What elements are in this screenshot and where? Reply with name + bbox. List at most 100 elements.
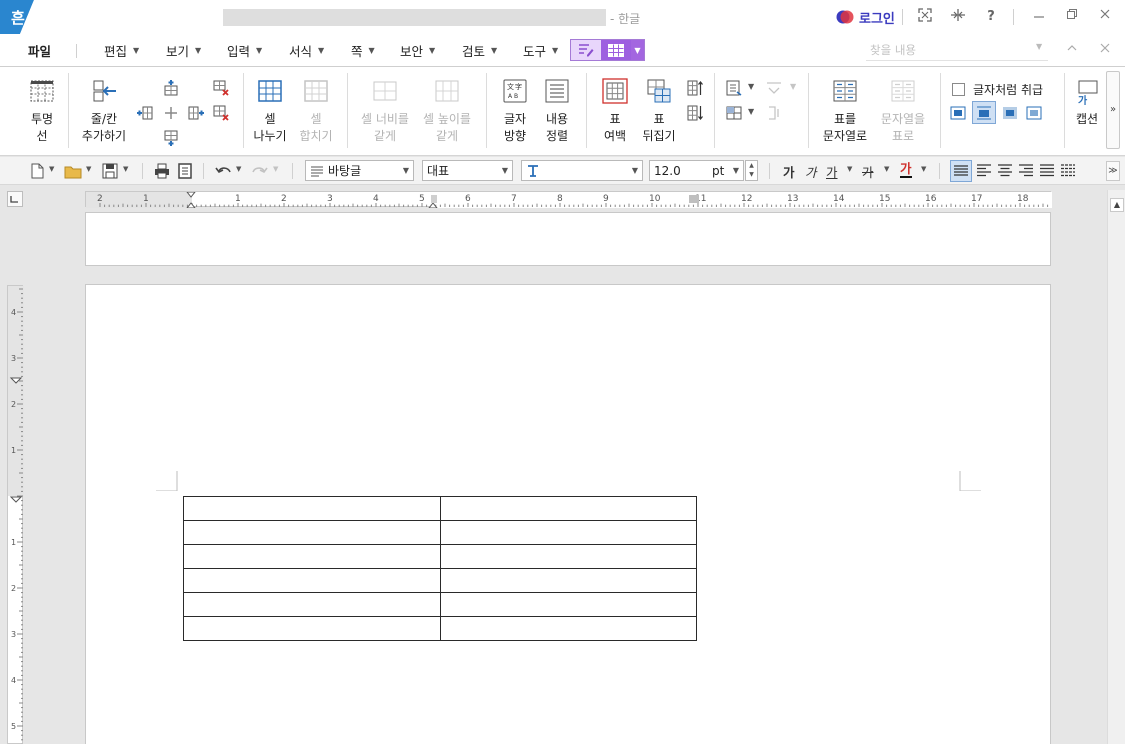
restore-icon[interactable] — [1063, 8, 1081, 26]
chevron-down-icon[interactable]: ▼ — [631, 40, 644, 60]
font-select[interactable]: ▼ — [521, 160, 643, 181]
underline-button[interactable]: 가 — [826, 162, 838, 181]
print-preview-icon[interactable] — [176, 162, 194, 180]
table-layout-tab-icon[interactable] — [601, 40, 631, 60]
app-logo-icon[interactable]: 흔 — [0, 0, 34, 34]
open-folder-icon[interactable] — [64, 162, 82, 180]
delete-row-icon[interactable] — [212, 79, 230, 97]
toolbar-more-button[interactable]: ≫ — [1106, 161, 1120, 181]
table-to-text-button[interactable]: 표를 문자열로 — [818, 77, 872, 145]
chevron-down-icon[interactable]: ▼ — [884, 165, 889, 173]
merge-cell-button[interactable]: 셀 합치기 — [296, 77, 336, 145]
menu-security[interactable]: 보안 ▼ — [400, 40, 435, 60]
strikethrough-button[interactable]: 가 — [862, 162, 874, 181]
add-row-col-button[interactable]: 줄/칸 추가하기 — [78, 77, 130, 145]
menu-view[interactable]: 보기 ▼ — [166, 40, 201, 60]
chevron-down-icon[interactable]: ▼ — [847, 165, 852, 173]
chevron-down-icon[interactable]: ▼ — [748, 82, 754, 91]
table-margin-button[interactable]: 표 여백 — [597, 77, 633, 145]
divide-icon[interactable] — [1059, 162, 1077, 180]
table-design-tab-icon[interactable] — [571, 40, 601, 60]
wrap-square-icon[interactable] — [949, 104, 967, 122]
bold-button[interactable]: 가 — [783, 162, 795, 181]
insert-row-above-icon[interactable] — [162, 79, 180, 97]
equal-height-button[interactable]: 셀 높이를 같게 — [418, 77, 476, 145]
login-button[interactable]: 로그인 — [836, 7, 895, 27]
chevron-down-icon[interactable]: ▼ — [1036, 42, 1042, 51]
save-icon[interactable] — [101, 162, 119, 180]
menu-insert[interactable]: 입력 ▼ — [227, 40, 262, 60]
content-align-button[interactable]: 내용 정렬 — [538, 77, 576, 145]
fullscreen-icon[interactable] — [916, 8, 934, 26]
wrap-front-icon[interactable] — [1025, 104, 1043, 122]
close-icon[interactable] — [1096, 8, 1114, 26]
caption-button[interactable]: 가 캡션 — [1072, 77, 1102, 128]
align-justify-button[interactable] — [950, 160, 972, 182]
chevron-down-icon[interactable]: ▼ — [921, 165, 926, 173]
close-doc-icon[interactable] — [1096, 42, 1114, 60]
insert-col-left-icon[interactable] — [136, 104, 154, 122]
font-color-button[interactable]: 가 — [900, 162, 912, 178]
insert-cell-icon[interactable] — [162, 104, 180, 122]
insert-row-below-icon[interactable] — [162, 129, 180, 147]
table-cell[interactable] — [183, 592, 441, 617]
align-right-icon[interactable] — [1017, 162, 1035, 180]
distribute-icon[interactable] — [1038, 162, 1056, 180]
font-size-select[interactable]: 12.0 pt ▼ — [649, 160, 744, 181]
find-input[interactable]: 찾을 내용 — [866, 40, 1048, 61]
table-cell[interactable] — [439, 520, 697, 545]
redo-icon[interactable] — [251, 162, 269, 180]
chevron-down-icon[interactable]: ▼ — [49, 165, 54, 173]
chevron-down-icon[interactable]: ▼ — [273, 165, 278, 173]
insert-col-right-icon[interactable] — [187, 104, 205, 122]
menu-edit[interactable]: 편집 ▼ — [104, 40, 139, 60]
table-cell[interactable] — [439, 496, 697, 521]
table-cell[interactable] — [439, 616, 697, 641]
menu-review[interactable]: 검토 ▼ — [462, 40, 497, 60]
wrap-tight-button[interactable] — [972, 101, 996, 124]
undo-icon[interactable] — [214, 162, 232, 180]
style-select[interactable]: 바탕글 ▼ — [305, 160, 414, 181]
italic-button[interactable]: 가 — [805, 162, 817, 181]
table-cell[interactable] — [183, 544, 441, 569]
split-view-icon[interactable] — [949, 8, 967, 26]
cell-fill-icon[interactable] — [725, 104, 743, 122]
split-cell-button[interactable]: 셀 나누기 — [250, 77, 290, 145]
chevron-down-icon[interactable]: ▼ — [86, 165, 91, 173]
document-table[interactable] — [183, 496, 697, 641]
transparent-line-button[interactable]: 투명 선 — [26, 77, 58, 145]
chevron-down-icon[interactable]: ▼ — [790, 82, 796, 91]
table-cell[interactable] — [183, 568, 441, 593]
sort-ascending-icon[interactable] — [686, 79, 704, 97]
table-cell[interactable] — [439, 592, 697, 617]
table-cell[interactable] — [439, 544, 697, 569]
menu-page[interactable]: 쪽 ▼ — [351, 40, 375, 60]
cell-border-icon[interactable] — [765, 79, 783, 97]
context-tab-switch[interactable]: ▼ — [570, 39, 645, 61]
text-to-table-button[interactable]: 문자열을 표로 — [876, 77, 930, 145]
vertical-scrollbar[interactable]: ▲ — [1107, 190, 1125, 744]
cell-block-icon[interactable] — [725, 79, 743, 97]
vertical-ruler[interactable]: 4 3 2 1 1 2 3 4 5 — [7, 285, 24, 744]
menu-file[interactable]: 파일 — [28, 40, 51, 60]
minimize-icon[interactable] — [1030, 8, 1048, 26]
horizontal-ruler[interactable]: 2 1 1 2 3 4 5 6 7 8 9 10 11 12 13 14 15 16 17 18 — [85, 191, 1052, 209]
treat-as-char-checkbox[interactable]: 글자처럼 취급 — [952, 81, 1043, 98]
formula-icon[interactable] — [765, 104, 783, 122]
checkbox-box[interactable] — [952, 83, 965, 96]
font-size-stepper[interactable]: ▲ ▼ — [745, 160, 758, 181]
align-left-icon[interactable] — [975, 162, 993, 180]
help-icon[interactable]: ? — [982, 8, 1000, 26]
ribbon-more-button[interactable]: » — [1106, 71, 1120, 149]
table-flip-button[interactable]: 표 뒤집기 — [638, 77, 680, 145]
previous-page[interactable] — [85, 212, 1051, 266]
font-category-select[interactable]: 대표 ▼ — [422, 160, 513, 181]
table-cell[interactable] — [183, 616, 441, 641]
ruler-toggle-button[interactable] — [7, 191, 23, 207]
print-icon[interactable] — [153, 162, 171, 180]
chevron-down-icon[interactable]: ▼ — [123, 165, 128, 173]
menu-tools[interactable]: 도구 ▼ — [523, 40, 558, 60]
sort-descending-icon[interactable] — [686, 104, 704, 122]
align-center-icon[interactable] — [996, 162, 1014, 180]
text-direction-button[interactable]: 文 字 A B 글자 방향 — [496, 77, 534, 145]
